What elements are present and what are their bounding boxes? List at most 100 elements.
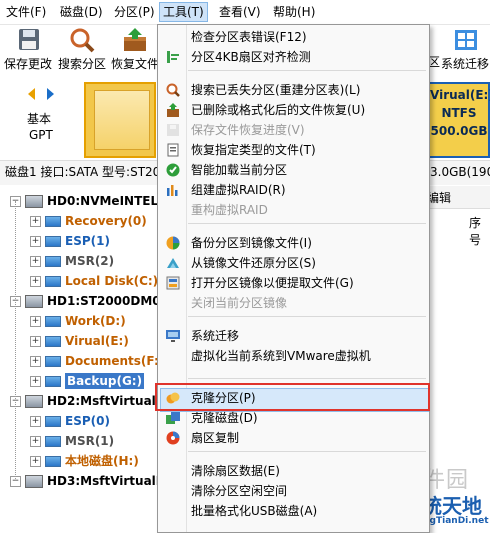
expand-toggle-icon[interactable]: + [30, 316, 41, 327]
arrows-icon[interactable] [26, 86, 56, 102]
menu-item-label: 分区4KB扇区对齐检测 [191, 50, 311, 64]
open-image-icon [165, 275, 181, 291]
menu-tools[interactable]: 工具(T) [159, 2, 208, 22]
tools-menu-item[interactable]: 扇区复制 [158, 428, 429, 448]
tools-menu-item[interactable]: 系统迁移 [158, 326, 429, 346]
expand-toggle-icon[interactable]: + [30, 216, 41, 227]
menu-item-label: 清除扇区数据(E) [191, 464, 280, 478]
column-index-header[interactable]: 序号 [469, 214, 490, 248]
menu-file[interactable]: 文件(F) [3, 3, 49, 21]
save-icon [13, 27, 43, 53]
restore-files-button[interactable]: 恢复文件 [110, 25, 160, 77]
tree-disk-node[interactable]: − HD0:NVMeINTELS [10, 191, 167, 211]
tree-partition-node[interactable]: + Work(D:) [30, 311, 126, 331]
tools-menu-item[interactable]: 恢复指定类型的文件(T) [158, 140, 429, 160]
menu-separator [188, 378, 426, 379]
recover-icon [165, 102, 181, 118]
tree-disk-node[interactable]: − HD3:MsftVirtualDi [10, 471, 170, 491]
tree-partition-node[interactable]: + 本地磁盘(H:) [30, 451, 139, 471]
tree-partition-node[interactable]: + Recovery(0) [30, 211, 147, 231]
expand-toggle-icon[interactable]: + [30, 336, 41, 347]
menu-disk[interactable]: 磁盘(D) [57, 3, 106, 21]
tree-partition-node[interactable]: + ESP(1) [30, 231, 110, 251]
smart-load-icon [165, 162, 181, 178]
tree-node-label: MSR(1) [65, 434, 115, 448]
partition-size: 500.0GB [430, 124, 488, 138]
menu-item-label: 重构虚拟RAID [191, 203, 268, 217]
menu-separator [188, 316, 426, 317]
tree-partition-node[interactable]: + Documents(F:) [30, 351, 164, 371]
magnifier-icon [67, 27, 97, 53]
tools-menu-item[interactable]: 已删除或格式化后的文件恢复(U) [158, 100, 429, 120]
tree-disk-node[interactable]: − HD2:MsftVirtualDi [10, 391, 170, 411]
tools-menu-item[interactable]: 智能加载当前分区 [158, 160, 429, 180]
system-migrate-button[interactable]: 系统迁移 [440, 25, 490, 77]
partition-icon [45, 216, 61, 227]
tree-partition-node[interactable]: + MSR(2) [30, 251, 114, 271]
hard-disk-icon [25, 295, 43, 308]
tools-menu-item[interactable]: 搜索已丢失分区(重建分区表)(L) [158, 80, 429, 100]
tree-partition-node[interactable]: + Local Disk(C:) [30, 271, 158, 291]
tools-menu-item[interactable]: 组建虚拟RAID(R) [158, 180, 429, 200]
partition-icon [45, 256, 61, 267]
menu-separator [188, 223, 426, 224]
system-migrate-label: 系统迁移 [440, 57, 489, 71]
menu-separator [188, 70, 426, 71]
partition-icon [45, 376, 61, 387]
tree-partition-node[interactable]: + Virual(E:) [30, 331, 129, 351]
expand-toggle-icon[interactable]: + [30, 456, 41, 467]
partition-name: Virual(E:) [430, 88, 490, 102]
disk-info-left: 磁盘1 接口:SATA 型号:ST20 [5, 165, 161, 179]
menu-view[interactable]: 查看(V) [216, 3, 264, 21]
expand-toggle-icon[interactable]: + [30, 436, 41, 447]
expand-toggle-icon[interactable]: + [30, 416, 41, 427]
tree-partition-node[interactable]: + MSR(1) [30, 431, 114, 451]
menu-item-label: 智能加载当前分区 [191, 163, 288, 177]
tools-menu-item: 保存文件恢复进度(V) [158, 120, 429, 140]
menu-item-label: 系统迁移 [191, 329, 240, 343]
tools-menu-item[interactable]: 虚拟化当前系统到VMware虚拟机 [158, 346, 429, 366]
disk-partition-virual[interactable]: Virual(E:) NTFS 500.0GB [428, 82, 490, 158]
tools-menu-item[interactable]: 打开分区镜像以便提取文件(G) [158, 273, 429, 293]
expand-toggle-icon[interactable]: + [30, 276, 41, 287]
menu-item-label: 已删除或格式化后的文件恢复(U) [191, 103, 366, 117]
tools-menu-item[interactable]: 克隆磁盘(D) [158, 408, 429, 428]
disk-type-gpt: GPT [29, 128, 53, 142]
save-changes-label: 保存更改 [3, 57, 52, 71]
tools-menu-item[interactable]: 批量格式化USB磁盘(A) [158, 501, 429, 521]
tools-menu-item: 重构虚拟RAID [158, 200, 429, 220]
tab-edit[interactable]: 编辑 [427, 189, 451, 206]
expand-toggle-icon[interactable]: + [30, 376, 41, 387]
tools-menu-item[interactable]: 清除分区空闲空间 [158, 481, 429, 501]
menu-item-label: 组建虚拟RAID(R) [191, 183, 286, 197]
tools-menu-item[interactable]: 清除扇区数据(E) [158, 461, 429, 481]
expand-toggle-icon[interactable]: + [30, 256, 41, 267]
menu-item-label: 打开分区镜像以便提取文件(G) [191, 276, 354, 290]
tree-disk-node[interactable]: − HD1:ST2000DM008 [10, 291, 177, 311]
disk-partition-block[interactable] [84, 82, 156, 158]
red-annotation-box [155, 383, 430, 411]
expand-toggle-icon[interactable]: + [30, 356, 41, 367]
tools-menu-item[interactable]: 备份分区到镜像文件(I) [158, 233, 429, 253]
tree-node-label: HD3:MsftVirtualDi [47, 474, 170, 488]
tree-partition-node[interactable]: + ESP(0) [30, 411, 110, 431]
tools-menu-item[interactable]: 从镜像文件还原分区(S) [158, 253, 429, 273]
expand-toggle-icon[interactable]: + [30, 236, 41, 247]
tools-menu-item[interactable]: 检查分区表错误(F12) [158, 27, 429, 47]
tools-menu-item[interactable]: 分区4KB扇区对齐检测 [158, 47, 429, 67]
menu-item-label: 清除分区空闲空间 [191, 484, 288, 498]
tree-node-label: 本地磁盘(H:) [65, 454, 139, 468]
menu-item-label: 扇区复制 [191, 431, 240, 445]
tree-node-label: Virual(E:) [65, 334, 129, 348]
tree-node-label: Recovery(0) [65, 214, 147, 228]
menu-help[interactable]: 帮助(H) [270, 3, 318, 21]
menu-separator [188, 451, 426, 452]
restore-files-label: 恢复文件 [110, 57, 159, 71]
tree-connector-line [15, 201, 16, 481]
restore-image-icon [165, 255, 181, 271]
menu-partition[interactable]: 分区(P) [111, 3, 158, 21]
tree-partition-node[interactable]: + Backup(G:) [30, 371, 145, 391]
menu-item-label: 批量格式化USB磁盘(A) [191, 504, 318, 518]
save-changes-button[interactable]: 保存更改 [2, 25, 54, 77]
search-partition-button[interactable]: 搜索分区 [56, 25, 108, 77]
